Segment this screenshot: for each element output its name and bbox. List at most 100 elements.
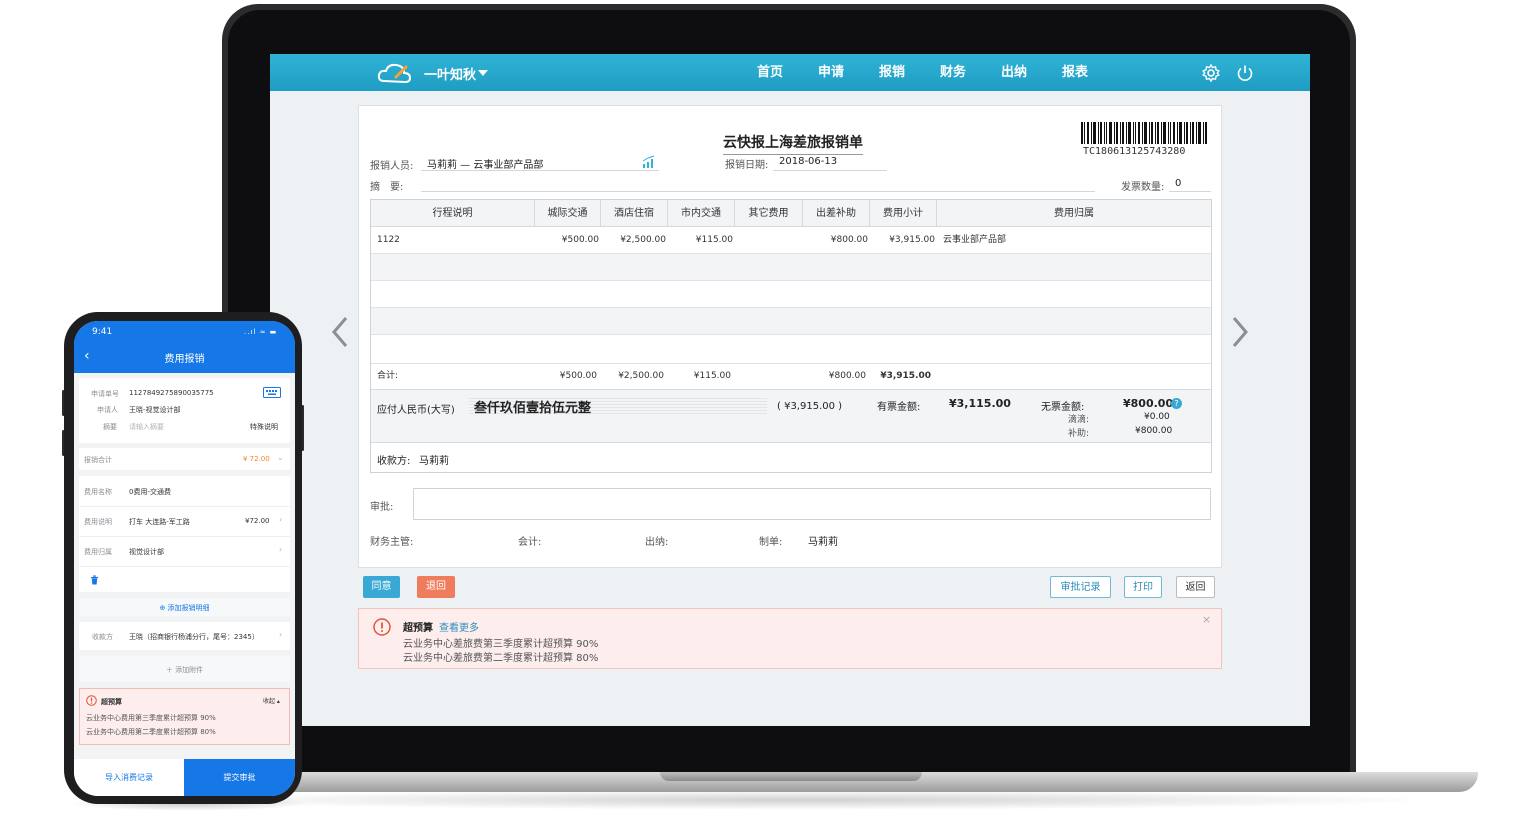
divider (79, 566, 290, 567)
submit-approval-button[interactable]: 提交审批 (184, 759, 295, 796)
summary-input[interactable] (421, 191, 1095, 192)
brand-name[interactable]: 一叶知秋 (424, 64, 476, 83)
nav-cashier[interactable]: 出纳 (990, 54, 1051, 91)
phone-alert-line: 云业务中心费用第二季度累计超预算 80% (86, 728, 216, 736)
help-icon[interactable]: ? (1171, 398, 1182, 409)
add-attachment-button[interactable]: ＋ 添加附件 (79, 665, 290, 675)
chevron-down-icon[interactable] (478, 70, 488, 76)
cell-allowance: ¥800.00 (830, 235, 868, 245)
summary-input[interactable]: 请输入摘要 (129, 422, 164, 432)
warning-icon (373, 618, 391, 636)
drip-value: ¥0.00 (1144, 412, 1170, 422)
table-row[interactable]: 1122 ¥500.00 ¥2,500.00 ¥115.00 ¥800.00 ¥… (371, 227, 1211, 254)
chevron-right-icon[interactable]: › (279, 515, 282, 524)
print-button[interactable]: 打印 (1124, 576, 1162, 598)
reimburser-label: 报销人员: (370, 161, 414, 172)
approval-history-button[interactable]: 审批记录 (1050, 576, 1111, 598)
application-card: 申请单号 1127849275890035775 申请人 王晓-视觉设计部 摘要… (79, 378, 290, 443)
total-label: 报销合计 (84, 456, 112, 464)
expense-owner-value[interactable]: 视觉设计部 (129, 547, 164, 557)
add-detail-button[interactable]: ⊕ 添加报销明细 (79, 603, 290, 613)
alert-line: 云业务中心差旅费第三季度累计超预算 90% (403, 639, 599, 650)
table-header: 行程说明 城际交通 酒店住宿 市内交通 其它费用 出差补助 费用小计 费用归属 (371, 200, 1211, 227)
app-no-label: 申请单号 (91, 390, 119, 398)
trash-icon[interactable] (90, 575, 99, 585)
nav-finance[interactable]: 财务 (929, 54, 990, 91)
total-card: 报销合计 ¥ 72.00 ⌄ (79, 448, 290, 470)
summary-label: 摘 要: (370, 182, 404, 193)
col-trip: 行程说明 (371, 200, 535, 227)
payable-row: 应付人民币(大写) 叁仟玖佰壹拾伍元整 ( ¥3,915.00 ) 有票金额: … (371, 390, 1211, 443)
approval-input[interactable] (413, 488, 1211, 520)
date-label: 报销日期: (725, 160, 769, 171)
expense-desc-value[interactable]: 打车 大连路-军工路 (129, 517, 190, 527)
applicant-value: 王晓-视觉设计部 (129, 406, 181, 414)
unticketed-label: 无票金额: (1041, 402, 1085, 413)
table-row-empty[interactable] (371, 308, 1211, 335)
summary-label: 摘要 (103, 423, 117, 431)
back-button[interactable]: 返回 (1176, 576, 1215, 598)
nav-reports[interactable]: 报表 (1051, 54, 1112, 91)
form-title: 云快报上海差旅报销单 (723, 132, 863, 155)
status-icons: ..ıl ≈ ▬ (244, 328, 278, 336)
payee-label: 收款方: (377, 456, 411, 467)
cell-subtotal: ¥3,915.00 (889, 235, 935, 245)
expense-name-value[interactable]: 0费用-交通费 (129, 487, 171, 497)
payable-label: 应付人民币(大写) (377, 405, 455, 416)
date-underline (773, 170, 887, 171)
expense-owner-label: 费用归属 (84, 548, 112, 556)
chevron-down-icon[interactable]: ⌄ (277, 453, 284, 462)
invoice-count-underline (1169, 191, 1211, 192)
add-attachment-card[interactable]: ＋ 添加附件 (79, 656, 290, 682)
reject-button[interactable]: 退回 (417, 576, 455, 598)
alert-line: 云业务中心差旅费第二季度累计超预算 80% (403, 653, 599, 664)
unticketed-value: ¥800.00 (1123, 397, 1174, 410)
col-other: 其它费用 (735, 200, 803, 227)
phone-title: 费用报销 (164, 354, 205, 365)
alert-more-link[interactable]: 查看更多 (439, 619, 479, 634)
divider (79, 536, 290, 537)
add-detail-card[interactable]: ⊕ 添加报销明细 (79, 598, 290, 616)
table-row-empty[interactable] (371, 335, 1211, 364)
phone-alert-line: 云业务中心费用第三季度累计超预算 90% (86, 714, 216, 722)
gear-icon[interactable] (1201, 63, 1221, 83)
phone-screen: 9:41 ..ıl ≈ ▬ ‹ 费用报销 申请单号 11278492758900… (74, 321, 295, 796)
import-records-button[interactable]: 导入消费记录 (74, 759, 184, 796)
chevron-right-icon[interactable]: › (279, 630, 282, 639)
col-intercity: 城际交通 (535, 200, 601, 227)
total-subtotal: ¥3,915.00 (880, 371, 931, 381)
preparer-label: 制单: (759, 537, 783, 548)
table-row-empty[interactable] (371, 281, 1211, 308)
expense-card: 费用名称 0费用-交通费 费用说明 打车 大连路-军工路 ¥72.00 › 费用… (79, 476, 290, 592)
agree-button[interactable]: 同意 (363, 576, 400, 598)
chevron-left-icon[interactable] (328, 314, 352, 350)
col-local: 市内交通 (668, 200, 735, 227)
chevron-right-icon[interactable]: › (279, 545, 282, 554)
chevron-right-icon[interactable] (1228, 314, 1252, 350)
cell-other (735, 227, 801, 254)
total-local: ¥115.00 (693, 371, 731, 381)
nav-apply[interactable]: 申请 (807, 54, 868, 91)
nav-home[interactable]: 首页 (746, 54, 807, 91)
keyboard-icon[interactable] (263, 387, 281, 398)
col-hotel: 酒店住宿 (601, 200, 668, 227)
date-value[interactable]: 2018-06-13 (779, 156, 837, 167)
payee-value[interactable]: 王晓（招商银行杨浦分行，尾号：2345） (129, 632, 259, 642)
phone-header: 9:41 ..ıl ≈ ▬ ‹ 费用报销 (74, 321, 295, 373)
phone-alert-collapse[interactable]: 收起 ▴ (263, 696, 280, 705)
expense-form: 云快报上海差旅报销单 TC180613125743280 报销人员: 马莉莉 —… (358, 105, 1222, 568)
payee-label: 收款方 (92, 633, 113, 641)
total-label: 合计: (377, 371, 399, 381)
table-row-empty[interactable] (371, 254, 1211, 281)
reimburser-value[interactable]: 马莉莉 — 云事业部产品部 (427, 156, 543, 171)
chart-icon[interactable] (642, 155, 656, 169)
app-no-value: 1127849275890035775 (129, 389, 214, 397)
barcode-number: TC180613125743280 (1083, 146, 1186, 157)
close-icon[interactable]: × (1202, 613, 1211, 626)
total-hotel: ¥2,500.00 (618, 371, 664, 381)
warning-icon (86, 695, 97, 706)
nav-reimburse[interactable]: 报销 (868, 54, 929, 91)
power-icon[interactable] (1235, 63, 1255, 83)
special-note-link[interactable]: 特殊说明 (250, 422, 278, 432)
laptop-screen: 一叶知秋 首页 申请 报销 财务 出纳 报表 云快报上海差旅报销单 TC1806… (270, 54, 1310, 726)
